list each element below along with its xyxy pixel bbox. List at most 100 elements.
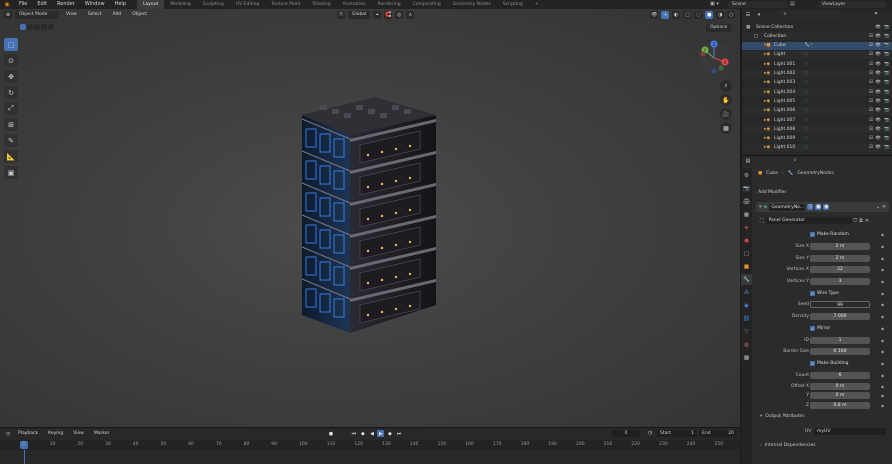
view-layer-tab-icon[interactable]: ▦ [741,209,752,220]
select-intersect-icon[interactable] [48,24,54,30]
editor-type-icon[interactable]: ⊕ [4,11,12,19]
select-invert-icon[interactable] [41,24,47,30]
seed-field[interactable]: 99 [810,300,870,308]
keyframe-dot-icon[interactable]: ◆ [881,302,884,307]
render-camera-icon[interactable]: 📷 [884,90,890,95]
properties-editor-type-icon[interactable]: ▤ [744,157,752,165]
exclude-checkbox-icon[interactable]: ☑ [869,127,873,132]
outliner-row-collection[interactable]: ▢ Collection ☑ 👁 📷 [742,32,892,41]
outliner-row-light[interactable]: ▸◉ Light.002 ◌ ☑ 👁 📷 [742,69,892,78]
render-camera-icon[interactable]: 📷 [884,145,890,150]
measure-tool-icon[interactable]: 📐 [4,150,18,163]
cursor-tool-icon[interactable]: ⊙ [4,54,18,67]
keyframe-dot-icon[interactable]: ◆ [881,349,884,354]
workspace-tab-texture-paint[interactable]: Texture Paint [265,0,306,9]
jump-start-icon[interactable]: ⏮ [350,430,357,437]
exclude-checkbox-icon[interactable]: ☑ [869,80,873,85]
menu-help[interactable]: Help [110,0,131,9]
visibility-eye-icon[interactable]: 👁 [875,52,881,57]
scale-tool-icon[interactable]: ⤢ [4,102,18,115]
workspace-tab-scripting[interactable]: Scripting [497,0,529,9]
workspace-tab-geometry-nodes[interactable]: Geometry Nodes [447,0,497,9]
view-layer-selector[interactable]: ViewLayer [818,1,886,8]
workspace-tab-rendering[interactable]: Rendering [372,0,407,9]
render-camera-icon[interactable]: 📷 [884,99,890,104]
end-frame-field[interactable]: End 20 [699,430,737,437]
exclude-checkbox-icon[interactable]: ☑ [869,43,873,48]
render-camera-icon[interactable]: 📷 [884,43,890,48]
preview-range-icon[interactable]: ◷ [648,430,655,437]
fake-user-icon[interactable]: ⛉ [854,218,858,224]
physics-tab-icon[interactable]: ◉ [741,300,752,311]
timeline-menu-keying[interactable]: Keying [44,430,67,438]
keyframe-dot-icon[interactable]: ◆ [881,279,884,284]
visibility-eye-icon[interactable]: 👁 [875,90,881,95]
shading-rendered-icon[interactable]: ○ [727,11,736,19]
exclude-checkbox-icon[interactable]: ☑ [869,99,873,104]
keyframe-dot-icon[interactable]: ◆ [881,267,884,272]
render-camera-icon[interactable]: 📷 [884,71,890,76]
duplicate-icon[interactable]: ⧉ [859,218,863,224]
procedural-building-model[interactable] [290,95,450,340]
overlay-icon[interactable]: ◐ [672,11,681,19]
add-modifier-button[interactable]: Add Modifier [758,189,887,197]
collapse-chevron-icon[interactable]: ▾ [759,204,762,210]
outliner-row-light[interactable]: ▸◉ Light.008 ◌ ☑ 👁 📷 [742,125,892,134]
internal-dependencies-panel[interactable]: › Internal Dependencies [760,443,816,448]
scene-tab-icon[interactable]: ◈ [741,222,752,233]
visibility-eye-icon[interactable]: 👁 [875,99,881,104]
render-camera-icon[interactable]: 📷 [884,108,890,113]
object-tab-icon[interactable]: ■ [741,261,752,272]
prev-keyframe-icon[interactable]: ◆ [359,430,366,437]
display-mode-icon[interactable]: ▾ [755,10,763,19]
menu-render[interactable]: Render [52,0,80,9]
node-group-field[interactable]: Panel Generator [765,217,852,224]
tool-tab-icon[interactable]: ⚙ [741,170,752,181]
render-tab-icon[interactable]: 📷 [741,183,752,194]
offset-x-field[interactable]: 0 m [810,382,870,390]
timeline-editor-type-icon[interactable]: ◷ [4,429,12,438]
size-x-field[interactable]: 2 m [810,242,870,250]
timeline-menu-view[interactable]: View [69,430,88,438]
edit-mode-toggle-icon[interactable]: ▽ [807,204,814,210]
outliner-row-light[interactable]: ▸◉ Light.007 ◌ ☑ 👁 📷 [742,116,892,124]
keyframe-dot-icon[interactable]: ◆ [881,291,884,296]
shading-wireframe-icon[interactable]: ◌ [694,11,703,19]
id-field[interactable]: 1 [810,336,870,344]
record-icon[interactable]: ● [327,430,334,437]
keyframe-dot-icon[interactable]: ◆ [881,232,884,237]
play-reverse-icon[interactable]: ◀ [368,430,375,437]
outliner-row-light[interactable]: ▸◉ Light.005 ◌ ☑ 👁 📷 [742,97,892,105]
start-frame-field[interactable]: Start 1 [657,430,697,437]
particles-tab-icon[interactable]: ⁂ [741,287,752,298]
menu-window[interactable]: Window [80,0,110,9]
keyframe-dot-icon[interactable]: ◆ [881,393,884,398]
data-tab-icon[interactable]: ▽ [741,326,752,337]
output-attributes-panel[interactable]: ▾ Output Attributes [760,414,805,419]
exclude-checkbox-icon[interactable]: ☑ [869,52,873,57]
unlink-icon[interactable]: ✕ [865,218,869,224]
keyframe-dot-icon[interactable]: ◆ [881,338,884,343]
visibility-eye-icon[interactable]: 👁 [875,136,881,141]
proportional-edit-icon[interactable]: ◎ [395,11,404,19]
exclude-checkbox-icon[interactable]: ☑ [869,118,873,123]
zoom-icon[interactable]: ⌕ [720,80,732,92]
visibility-eye-icon[interactable]: 👁 [875,108,881,113]
camera-view-icon[interactable]: 🎥 [720,108,732,120]
timeline-menu-marker[interactable]: Marker [90,430,114,438]
keyframe-dot-icon[interactable]: ◆ [881,256,884,261]
viewport-menu-select[interactable]: Select [84,11,106,19]
outliner-row-light[interactable]: ▸◉ Light.001 ◌ ☑ 👁 📷 [742,60,892,68]
visibility-eye-icon[interactable]: 👁 [875,118,881,123]
workspace-tab-sculpting[interactable]: Sculpting [197,0,230,9]
falloff-icon[interactable]: ∧ [406,11,415,19]
exclude-checkbox-icon[interactable]: ☑ [869,90,873,95]
outliner-row-light[interactable]: ▸◉ Light ◌ ☑ 👁 📷 [742,50,892,59]
keyframe-dot-icon[interactable]: ◆ [881,326,884,331]
outliner-row-light[interactable]: ▸◉ Light.006 ◌ ☑ 👁 📷 [742,106,892,115]
mode-selector[interactable]: Object Mode [15,11,59,19]
vertices-y-field[interactable]: 3 [810,277,870,285]
outliner-editor-type-icon[interactable]: ☰ [744,10,752,19]
visibility-eye-icon[interactable]: 👁 [875,145,881,150]
viewport-menu-object[interactable]: Object [128,11,151,19]
